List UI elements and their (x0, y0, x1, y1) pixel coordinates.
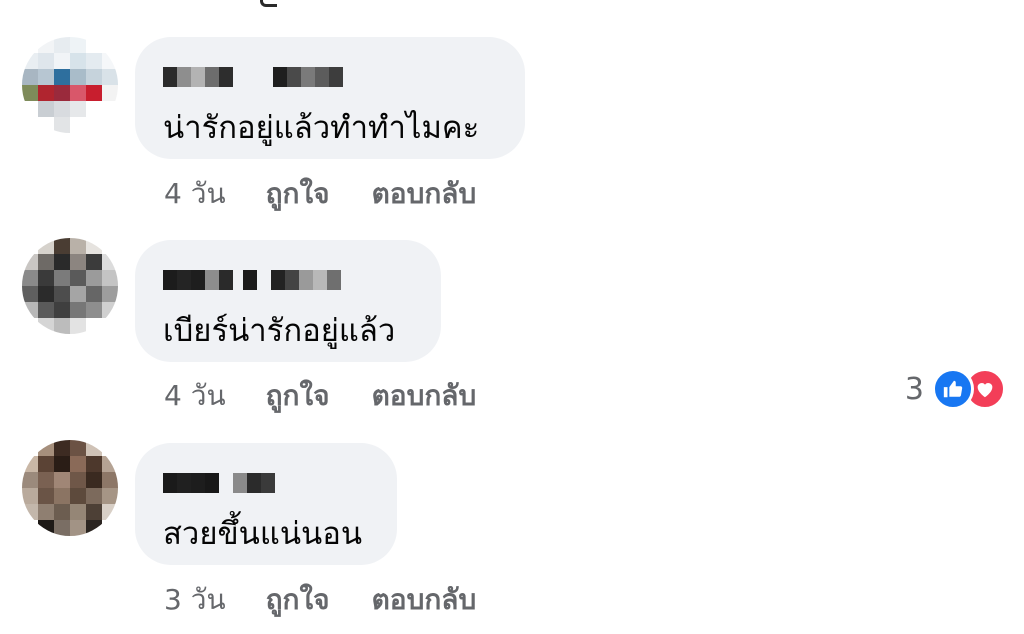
comment-timestamp[interactable]: 3 วัน (164, 578, 226, 622)
comment-timestamp[interactable]: 4 วัน (164, 374, 226, 418)
comment-text: สวยขึ้นแน่นอน (163, 516, 363, 552)
comment-text: น่ารักอยู่แล้วทำทำไมคะ (163, 110, 480, 146)
avatar[interactable] (22, 37, 118, 133)
previous-comment-remnant (260, 0, 277, 7)
comment-actions: 4 วัน ถูกใจ ตอบกลับ (164, 172, 476, 216)
comment-bubble: สวยขึ้นแน่นอน (135, 443, 397, 565)
redacted-author-name (163, 67, 343, 87)
avatar[interactable] (22, 238, 118, 334)
redacted-author-name (163, 270, 341, 290)
like-button[interactable]: ถูกใจ (266, 374, 330, 418)
comment-text: เบียร์น่ารักอยู่แล้ว (163, 313, 396, 349)
like-button[interactable]: ถูกใจ (266, 578, 330, 622)
comment-actions: 3 วัน ถูกใจ ตอบกลับ (164, 578, 476, 622)
reply-button[interactable]: ตอบกลับ (372, 374, 477, 418)
reaction-count: 3 (904, 371, 924, 407)
comment-actions: 4 วัน ถูกใจ ตอบกลับ (164, 374, 476, 418)
like-icon (932, 368, 974, 410)
comment-bubble: เบียร์น่ารักอยู่แล้ว (135, 240, 441, 362)
reply-button[interactable]: ตอบกลับ (372, 578, 477, 622)
reaction-summary[interactable]: 3 (905, 368, 1006, 410)
like-button[interactable]: ถูกใจ (266, 172, 330, 216)
redacted-author-name (163, 473, 275, 493)
comment-timestamp[interactable]: 4 วัน (164, 172, 226, 216)
reply-button[interactable]: ตอบกลับ (372, 172, 477, 216)
comment-bubble: น่ารักอยู่แล้วทำทำไมคะ (135, 37, 525, 159)
avatar[interactable] (22, 440, 118, 536)
